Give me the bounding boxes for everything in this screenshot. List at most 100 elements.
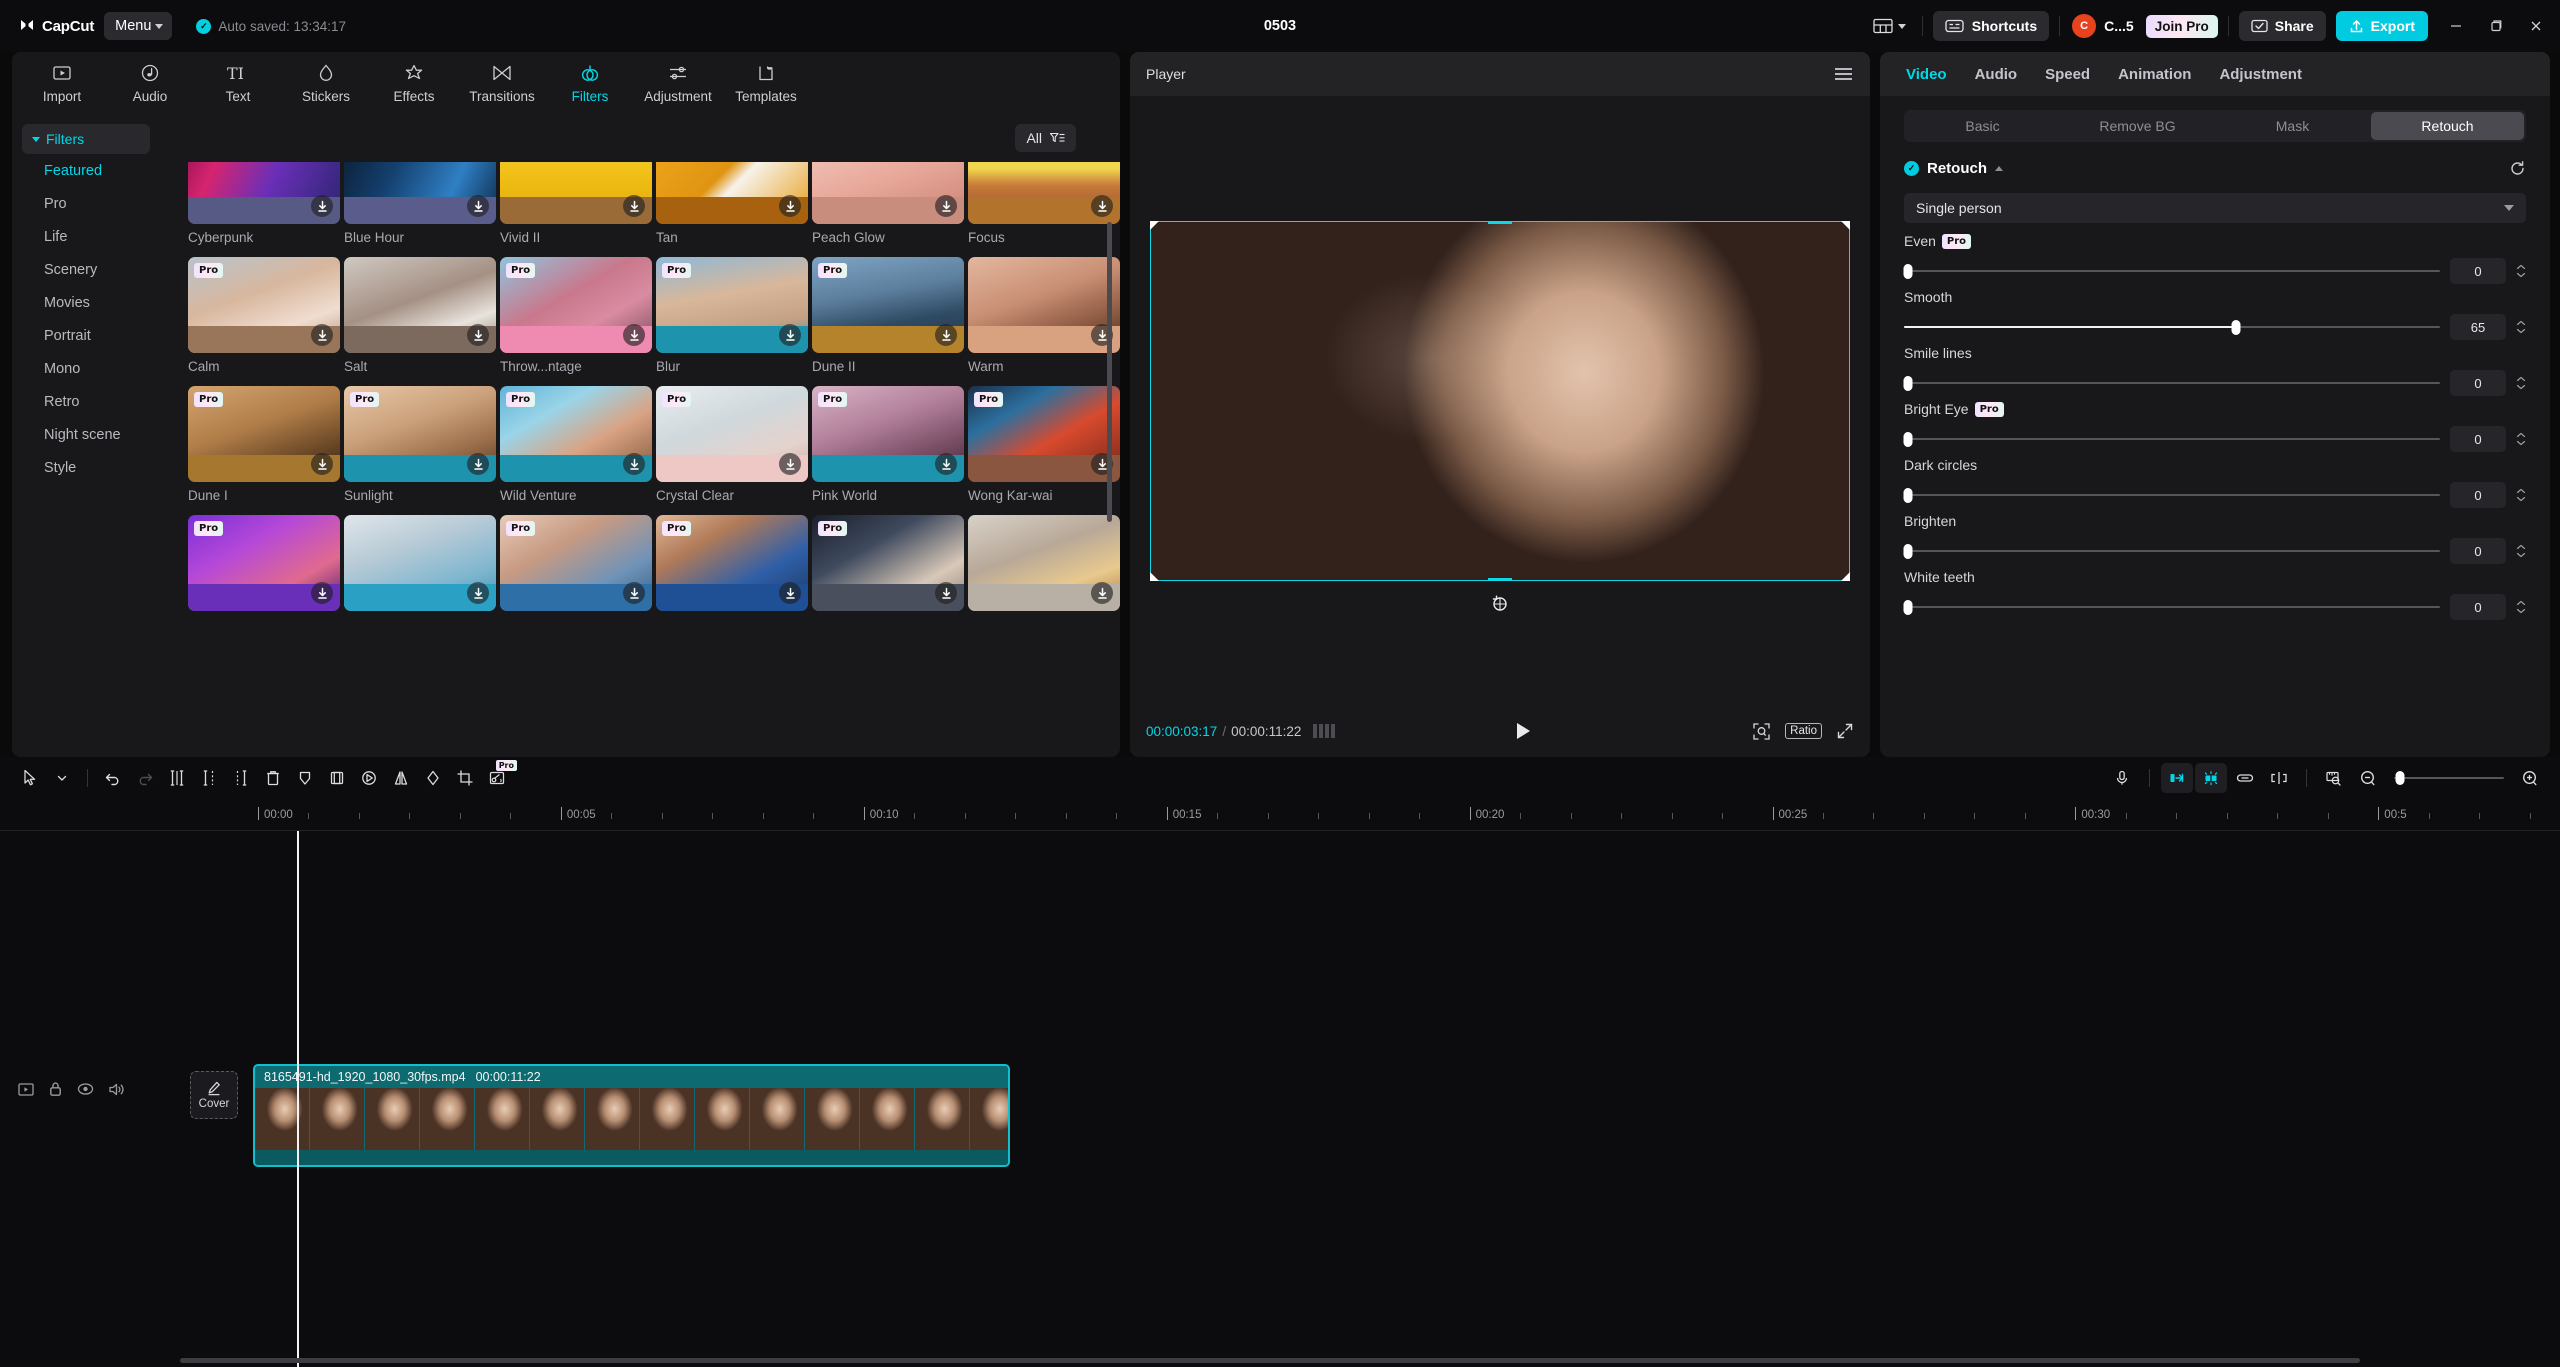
filter-thumbnail[interactable] bbox=[344, 257, 496, 353]
filter-thumbnail[interactable] bbox=[656, 162, 808, 224]
undo-icon[interactable] bbox=[97, 763, 129, 793]
tool-tab-filters[interactable]: Filters bbox=[546, 54, 634, 112]
filter-thumbnail[interactable] bbox=[968, 515, 1120, 611]
share-button[interactable]: Share bbox=[2238, 11, 2326, 41]
video-canvas[interactable] bbox=[1150, 220, 1850, 611]
slider-knob[interactable] bbox=[1903, 599, 1913, 615]
split-track-icon[interactable] bbox=[2263, 763, 2295, 793]
shortcuts-button[interactable]: Shortcuts bbox=[1932, 11, 2050, 41]
filter-item[interactable]: Pro bbox=[500, 515, 652, 617]
filter-item[interactable] bbox=[344, 515, 496, 617]
zoom-in-icon[interactable] bbox=[2514, 763, 2546, 793]
filter-item[interactable]: Blue Hour bbox=[344, 162, 496, 245]
play-icon[interactable] bbox=[1517, 723, 1531, 739]
filter-item[interactable]: Pro bbox=[188, 515, 340, 617]
filter-thumbnail[interactable]: Pro bbox=[188, 257, 340, 353]
keyframe-icon[interactable] bbox=[289, 763, 321, 793]
slider-stepper[interactable] bbox=[2516, 264, 2526, 278]
filter-grid-scroll[interactable]: Cyberpunk Blue Hour Vivid II Tan Peach Glow F… bbox=[172, 162, 1120, 757]
download-icon[interactable] bbox=[467, 453, 489, 475]
filter-thumbnail[interactable] bbox=[500, 162, 652, 224]
tool-tab-audio[interactable]: Audio bbox=[106, 54, 194, 112]
tab-speed[interactable]: Speed bbox=[2045, 66, 2090, 83]
slider-stepper[interactable] bbox=[2516, 488, 2526, 502]
category-item-movies[interactable]: Movies bbox=[22, 286, 172, 319]
trim-right-icon[interactable] bbox=[225, 763, 257, 793]
timeline-ruler[interactable]: 00:00 00:05 00:10 00:15 00:20 00:25 00:30 00:5 bbox=[0, 799, 2560, 831]
slider-stepper[interactable] bbox=[2516, 600, 2526, 614]
filter-thumbnail[interactable] bbox=[188, 162, 340, 224]
segment-retouch[interactable]: Retouch bbox=[2371, 112, 2524, 140]
filter-item[interactable]: Pro Pink World bbox=[812, 386, 964, 503]
join-pro-button[interactable]: Join Pro bbox=[2145, 14, 2218, 38]
category-header-filters[interactable]: Filters bbox=[22, 124, 150, 154]
download-icon[interactable] bbox=[467, 582, 489, 604]
filter-thumbnail[interactable] bbox=[344, 162, 496, 224]
category-item-scenery[interactable]: Scenery bbox=[22, 253, 172, 286]
download-icon[interactable] bbox=[311, 453, 333, 475]
filter-item[interactable]: Salt bbox=[344, 257, 496, 374]
slider-track[interactable] bbox=[1903, 263, 2440, 279]
mirror-icon[interactable] bbox=[385, 763, 417, 793]
freeze-frame-icon[interactable] bbox=[321, 763, 353, 793]
zoom-fit-icon[interactable] bbox=[1752, 722, 1771, 741]
menu-button[interactable]: Menu bbox=[104, 12, 173, 40]
category-item-retro[interactable]: Retro bbox=[22, 385, 172, 418]
slider-value-input[interactable]: 0 bbox=[2450, 538, 2506, 564]
crop-icon[interactable] bbox=[449, 763, 481, 793]
filter-thumbnail[interactable]: Pro bbox=[812, 386, 964, 482]
tool-tab-text[interactable]: TI Text bbox=[194, 54, 282, 112]
download-icon[interactable] bbox=[935, 324, 957, 346]
slider-knob[interactable] bbox=[1903, 263, 1913, 279]
category-item-pro[interactable]: Pro bbox=[22, 187, 172, 220]
tab-animation[interactable]: Animation bbox=[2118, 66, 2191, 83]
filter-thumbnail[interactable]: Pro bbox=[656, 515, 808, 611]
filter-thumbnail[interactable]: Pro bbox=[500, 386, 652, 482]
slider-track[interactable] bbox=[1903, 431, 2440, 447]
slider-knob[interactable] bbox=[2231, 319, 2241, 335]
ruler-icon[interactable] bbox=[2318, 763, 2350, 793]
filter-item[interactable]: Warm bbox=[968, 257, 1120, 374]
download-icon[interactable] bbox=[779, 582, 801, 604]
filter-thumbnail[interactable]: Pro bbox=[812, 515, 964, 611]
filter-item[interactable]: Pro Throw...ntage bbox=[500, 257, 652, 374]
ratio-button[interactable]: Ratio bbox=[1785, 723, 1822, 739]
redo-icon[interactable] bbox=[129, 763, 161, 793]
delete-icon[interactable] bbox=[257, 763, 289, 793]
category-item-featured[interactable]: Featured bbox=[22, 154, 172, 187]
download-icon[interactable] bbox=[779, 453, 801, 475]
trim-left-icon[interactable] bbox=[193, 763, 225, 793]
filter-item[interactable]: Cyberpunk bbox=[188, 162, 340, 245]
person-select-dropdown[interactable]: Single person bbox=[1904, 193, 2526, 223]
filter-thumbnail[interactable]: Pro bbox=[188, 386, 340, 482]
slider-value-input[interactable]: 0 bbox=[2450, 258, 2506, 284]
download-icon[interactable] bbox=[779, 195, 801, 217]
filter-thumbnail[interactable]: Pro bbox=[188, 515, 340, 611]
category-item-life[interactable]: Life bbox=[22, 220, 172, 253]
split-icon[interactable] bbox=[161, 763, 193, 793]
segment-mask[interactable]: Mask bbox=[2216, 112, 2369, 140]
slider-value-input[interactable]: 0 bbox=[2450, 482, 2506, 508]
timeline-clip[interactable]: 8165491-hd_1920_1080_30fps.mp4 00:00:11:… bbox=[253, 1064, 1010, 1167]
slider-track[interactable] bbox=[1903, 487, 2440, 503]
lock-icon[interactable] bbox=[48, 1081, 63, 1097]
category-item-style[interactable]: Style bbox=[22, 451, 172, 484]
category-item-portrait[interactable]: Portrait bbox=[22, 319, 172, 352]
download-icon[interactable] bbox=[311, 582, 333, 604]
download-icon[interactable] bbox=[623, 582, 645, 604]
link-icon[interactable] bbox=[2229, 763, 2261, 793]
filter-item[interactable]: Pro Blur bbox=[656, 257, 808, 374]
maximize-icon[interactable] bbox=[2476, 8, 2516, 44]
reset-icon[interactable] bbox=[2509, 160, 2526, 177]
fullscreen-icon[interactable] bbox=[1836, 722, 1854, 740]
slider-track[interactable] bbox=[1904, 319, 2440, 335]
tool-tab-adjustment[interactable]: Adjustment bbox=[634, 54, 722, 112]
chevron-down-icon[interactable] bbox=[46, 763, 78, 793]
rotate-icon[interactable] bbox=[417, 763, 449, 793]
filter-item[interactable]: Pro Wong Kar-wai bbox=[968, 386, 1120, 503]
zoom-out-icon[interactable] bbox=[2352, 763, 2384, 793]
category-item-night-scene[interactable]: Night scene bbox=[22, 418, 172, 451]
filter-thumbnail[interactable]: Pro bbox=[344, 386, 496, 482]
filter-thumbnail[interactable] bbox=[968, 162, 1120, 224]
filter-item[interactable]: Pro Dune II bbox=[812, 257, 964, 374]
